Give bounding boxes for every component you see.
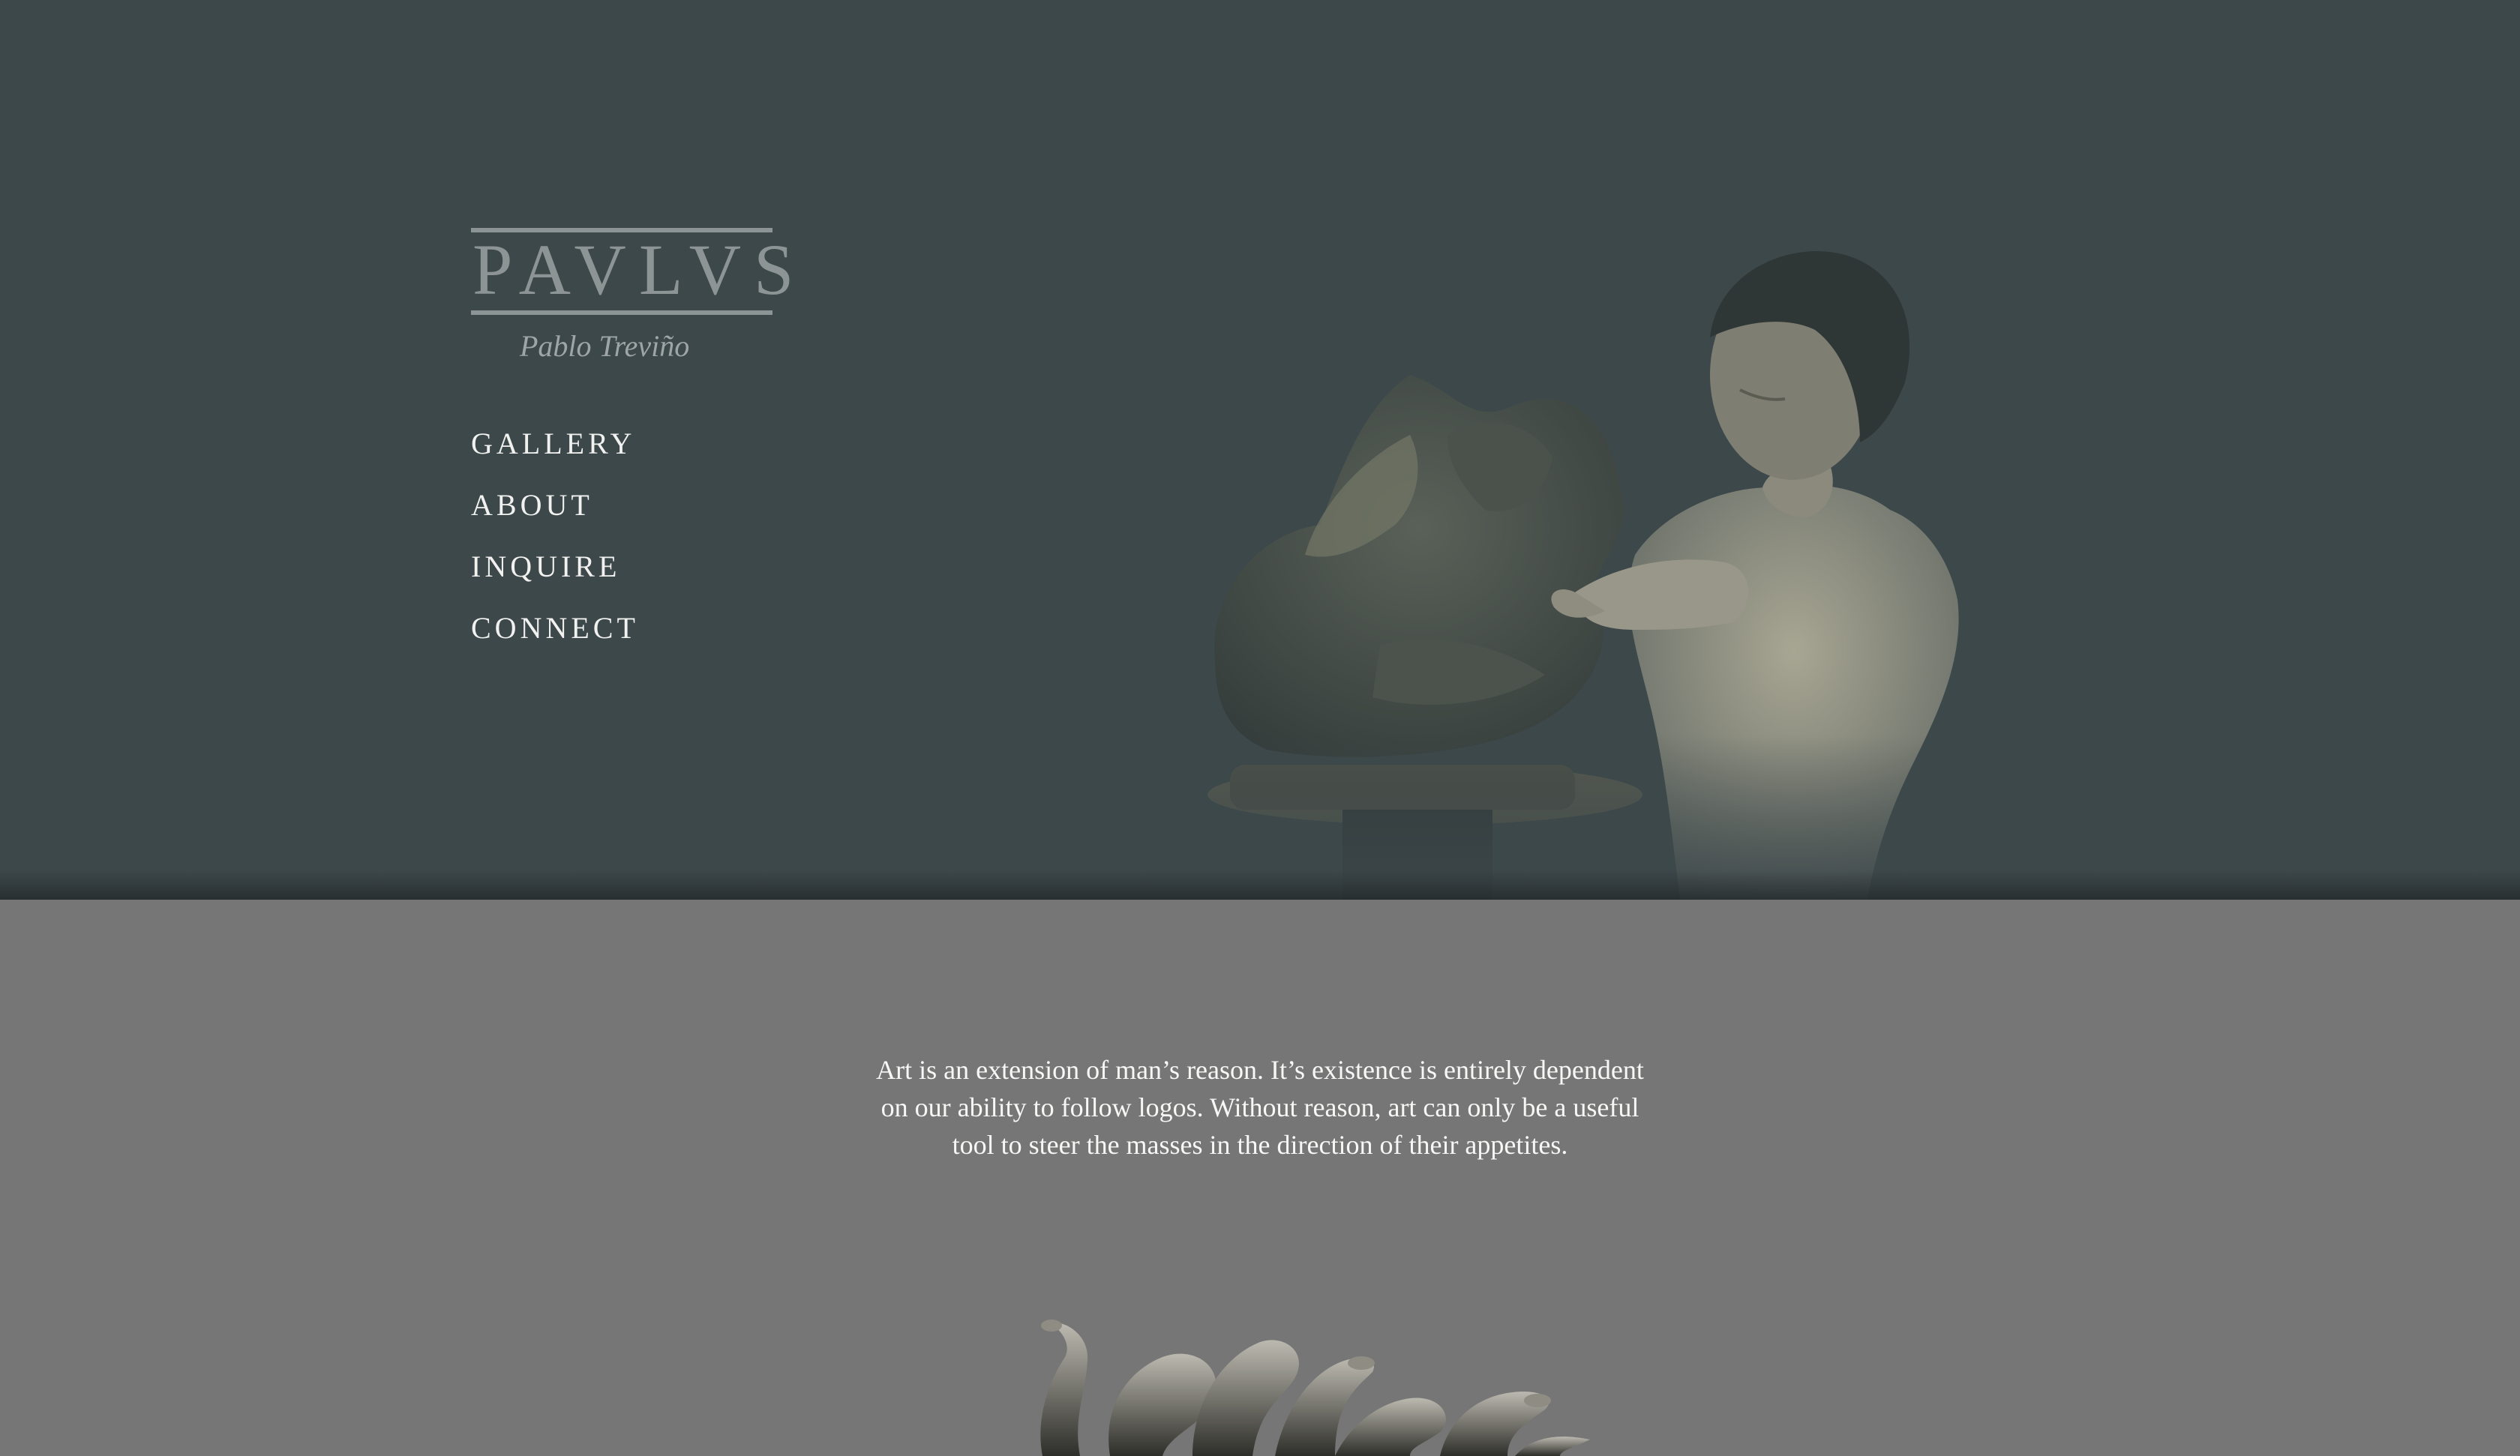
nav-inquire[interactable]: INQUIRE bbox=[471, 547, 639, 608]
main-nav: GALLERY ABOUT INQUIRE CONNECT bbox=[471, 424, 639, 670]
site-logo[interactable]: PAVLVS bbox=[471, 228, 807, 315]
nav-connect[interactable]: CONNECT bbox=[471, 608, 639, 670]
philosophy-quote: Art is an extension of man’s reason. It’… bbox=[876, 1055, 1644, 1160]
serpent-sculpture bbox=[1040, 1320, 1590, 1456]
logo-bottom-rule bbox=[471, 310, 772, 315]
logo-wordmark: PAVLVS bbox=[472, 229, 807, 310]
artist-sculpting-photo bbox=[1095, 240, 2055, 900]
hero-bottom-shadow bbox=[0, 870, 2520, 900]
hero-section: PAVLVS Pablo Treviño GALLERY ABOUT INQUI… bbox=[0, 0, 2520, 900]
nav-gallery[interactable]: GALLERY bbox=[471, 424, 639, 485]
nav-about[interactable]: ABOUT bbox=[471, 485, 639, 547]
artist-name: Pablo Treviño bbox=[520, 329, 690, 363]
